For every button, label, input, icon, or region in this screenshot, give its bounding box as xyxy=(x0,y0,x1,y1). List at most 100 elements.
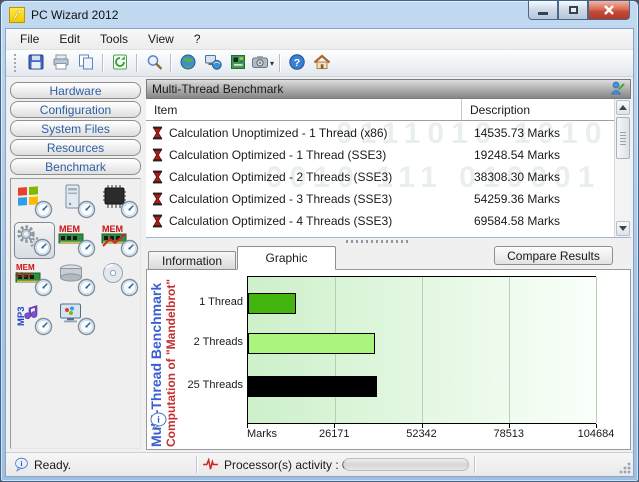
svg-text:MP3: MP3 xyxy=(16,306,27,326)
sidebar-item-benchmark[interactable]: Benchmark xyxy=(10,158,141,175)
help-icon: ? xyxy=(288,53,306,74)
maximize-icon xyxy=(568,6,578,14)
dropdown-arrow-icon[interactable]: ▾ xyxy=(270,59,274,68)
graphic-panel: Multi-Thread Benchmark Computation of "M… xyxy=(146,269,631,450)
table-row[interactable]: Calculation Unoptimized - 1 Thread (x86)… xyxy=(146,122,614,144)
screenshot-icon xyxy=(251,53,269,74)
status-ready: i Ready. xyxy=(14,457,71,472)
sidebar: Hardware Configuration System Files Resourc… xyxy=(6,77,145,452)
processor-benchmark-icon[interactable] xyxy=(100,183,141,220)
hourglass-icon xyxy=(152,192,163,206)
scroll-up-button[interactable] xyxy=(616,100,630,115)
memory-latency-benchmark-icon[interactable]: MEM Ltcy xyxy=(14,261,55,298)
row-item: Calculation Optimized - 1 Thread (SSE3) xyxy=(169,148,387,162)
tab-information[interactable]: Information xyxy=(148,251,236,270)
toolbar-separator xyxy=(279,54,280,72)
gridline xyxy=(596,277,597,423)
menu-tools[interactable]: Tools xyxy=(90,30,138,48)
refresh-button[interactable] xyxy=(107,52,132,74)
main-area: Multi-Thread Benchmark 0111010 1010 0111… xyxy=(146,79,631,452)
screenshot-button[interactable]: ▾ xyxy=(250,52,275,74)
splitter-handle[interactable] xyxy=(146,238,631,245)
row-item: Calculation Optimized - 4 Threads (SSE3) xyxy=(169,214,393,228)
help-button[interactable]: ? xyxy=(284,52,309,74)
app-window: PC Wizard 2012 File Edit Tools View? ▾? Har… xyxy=(0,0,639,482)
table-scrollbar[interactable] xyxy=(614,99,631,237)
bar-25-threads xyxy=(248,376,377,397)
info-icon: i xyxy=(15,457,28,472)
video-benchmark-icon[interactable] xyxy=(57,300,98,337)
titlebar[interactable]: PC Wizard 2012 xyxy=(1,1,638,28)
row-item: Calculation Optimized - 2 Threads (SSE3) xyxy=(169,170,393,184)
sidebar-item-configuration[interactable]: Configuration xyxy=(10,101,141,118)
bar-2-threads xyxy=(248,333,376,354)
table-row[interactable]: Calculation Optimized - 2 Threads (SSE3)… xyxy=(146,166,614,188)
multithread-benchmark-icon[interactable] xyxy=(14,222,55,259)
column-item[interactable]: Item xyxy=(146,103,461,117)
hourglass-icon xyxy=(152,148,163,162)
motherboard-button[interactable] xyxy=(225,52,250,74)
memory-benchmark-icon[interactable]: MEM xyxy=(57,222,98,259)
cd-benchmark-icon[interactable] xyxy=(100,261,141,298)
scrollbar-thumb[interactable] xyxy=(616,117,630,159)
web-icon xyxy=(179,53,197,74)
hourglass-icon xyxy=(152,126,163,140)
windows-benchmark-icon[interactable] xyxy=(14,183,55,220)
benchmark-icon-panel: MEM MEM MEM Ltcy MP3 xyxy=(10,178,141,449)
chart-axis-labels: Marks 26171 52342 78513 104684 xyxy=(247,428,614,442)
menu-help[interactable]: ? xyxy=(184,30,211,48)
close-button[interactable] xyxy=(588,1,630,20)
save-button[interactable] xyxy=(23,52,48,74)
sidebar-item-hardware[interactable]: Hardware xyxy=(10,82,141,99)
web-button[interactable] xyxy=(175,52,200,74)
minimize-button[interactable] xyxy=(528,1,558,20)
menu-edit[interactable]: Edit xyxy=(49,30,90,48)
svg-text:MEM: MEM xyxy=(59,224,80,234)
memory-graph-benchmark-icon[interactable]: MEM xyxy=(100,222,141,259)
system-benchmark-icon[interactable] xyxy=(57,183,98,220)
menubar: File Edit Tools View? xyxy=(6,29,633,50)
toolbar-separator xyxy=(170,54,171,72)
menu-view[interactable]: View xyxy=(138,30,184,48)
print-icon xyxy=(52,53,70,74)
search-button[interactable] xyxy=(141,52,166,74)
table-row[interactable]: Calculation Optimized - 1 Thread (SSE3) 1… xyxy=(146,144,614,166)
menu-file[interactable]: File xyxy=(10,30,49,48)
sidebar-item-system-files[interactable]: System Files xyxy=(10,120,141,137)
table-row[interactable]: Calculation Optimized - 3 Threads (SSE3)… xyxy=(146,188,614,210)
compare-results-button[interactable]: Compare Results xyxy=(494,246,613,265)
row-description: 19248.54 Marks xyxy=(474,148,561,162)
sidebar-item-resources[interactable]: Resources xyxy=(10,139,141,156)
column-description[interactable]: Description xyxy=(461,99,530,120)
minimize-icon xyxy=(538,11,548,15)
print-button[interactable] xyxy=(48,52,73,74)
scroll-down-button[interactable] xyxy=(616,221,630,236)
chart-plot-area xyxy=(247,276,597,424)
resize-grip[interactable] xyxy=(619,462,631,474)
bar-1-thread xyxy=(248,293,297,314)
network-button[interactable] xyxy=(200,52,225,74)
refresh-icon xyxy=(111,53,129,74)
table-row[interactable]: Calculation Optimized - 4 Threads (SSE3)… xyxy=(146,210,614,232)
disk-benchmark-icon[interactable] xyxy=(57,261,98,298)
tab-graphic[interactable]: Graphic xyxy=(237,246,336,270)
copy-button[interactable] xyxy=(73,52,98,74)
status-separator xyxy=(196,456,197,473)
save-icon xyxy=(27,53,45,74)
category-label: 25 Threads xyxy=(187,379,243,391)
table-header[interactable]: Item Description xyxy=(146,99,631,121)
home-button[interactable] xyxy=(309,52,334,74)
x-tick-label: 78513 xyxy=(493,428,525,440)
category-label: 2 Threads xyxy=(193,336,243,348)
x-tick-label: Marks xyxy=(247,428,277,440)
maximize-button[interactable] xyxy=(558,1,588,20)
toolbar-separator xyxy=(102,54,103,72)
section-header: Multi-Thread Benchmark xyxy=(146,79,631,99)
wizard-icon[interactable] xyxy=(609,80,625,98)
window-controls xyxy=(528,1,630,20)
copy-icon xyxy=(77,53,95,74)
mp3-benchmark-icon[interactable]: MP3 xyxy=(14,300,55,337)
svg-text:MEM: MEM xyxy=(102,224,123,234)
toolbar-grip[interactable] xyxy=(14,54,17,72)
benchmark-table: 0111010 1010 0111 0010 111 010001 01011 … xyxy=(146,99,631,238)
